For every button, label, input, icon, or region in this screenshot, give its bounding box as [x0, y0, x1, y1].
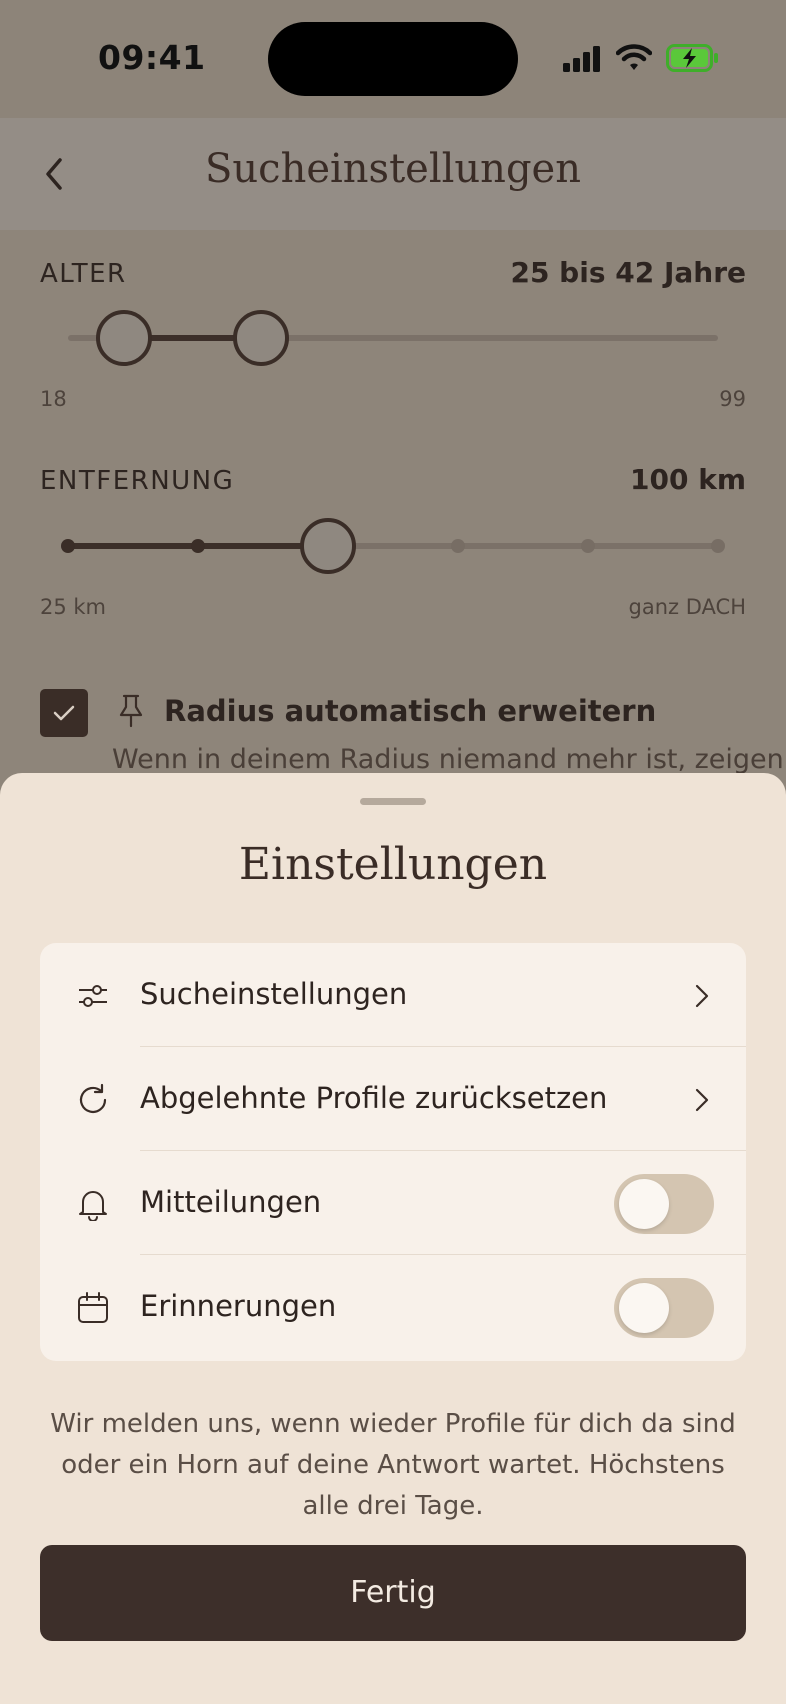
- checkmark-icon: [53, 705, 75, 721]
- distance-step-dot: [711, 539, 725, 553]
- pin-icon: [119, 694, 143, 728]
- notifications-toggle[interactable]: [614, 1174, 714, 1234]
- distance-step-dot: [61, 539, 75, 553]
- sheet-grabber[interactable]: [360, 798, 426, 805]
- age-max-label: 99: [719, 387, 746, 411]
- distance-slider-handle[interactable]: [300, 518, 356, 574]
- distance-value: 100 km: [630, 463, 746, 496]
- distance-step-dot: [581, 539, 595, 553]
- settings-row-label: Sucheinstellungen: [140, 977, 408, 1011]
- status-bar: 09:41: [0, 0, 786, 118]
- dynamic-island: [268, 22, 518, 96]
- age-label: ALTER: [40, 259, 127, 289]
- distance-label: ENTFERNUNG: [40, 466, 235, 496]
- status-time: 09:41: [98, 38, 206, 77]
- chevron-right-icon: [695, 984, 709, 1008]
- settings-row-label: Erinnerungen: [140, 1289, 337, 1323]
- distance-min-label: 25 km: [40, 595, 107, 619]
- settings-row-abgelehnte-profile[interactable]: Abgelehnte Profile zurücksetzen: [40, 1047, 746, 1151]
- sliders-icon: [79, 985, 107, 1007]
- age-value: 25 bis 42 Jahre: [510, 256, 746, 289]
- distance-step-dot: [191, 539, 205, 553]
- age-slider-min-handle[interactable]: [96, 310, 152, 366]
- radius-title: Radius automatisch erweitern: [164, 694, 657, 728]
- settings-card: Sucheinstellungen Abgelehnte Profile zur…: [40, 943, 746, 1361]
- cellular-signal-icon: [563, 46, 600, 72]
- info-text: Wir melden uns, wenn wieder Profile für …: [50, 1409, 736, 1521]
- refresh-icon: [79, 1083, 107, 1113]
- age-slider-max-handle[interactable]: [233, 310, 289, 366]
- battery-charging-icon: [666, 44, 718, 72]
- reminders-toggle[interactable]: [614, 1278, 714, 1338]
- toggle-thumb: [619, 1283, 669, 1333]
- wifi-icon: [616, 44, 652, 70]
- distance-max-label: ganz DACH: [628, 595, 746, 619]
- settings-row-label: Abgelehnte Profile zurücksetzen: [140, 1081, 608, 1115]
- toggle-thumb: [619, 1179, 669, 1229]
- age-min-label: 18: [40, 387, 67, 411]
- sheet-title: Einstellungen: [238, 839, 548, 890]
- radius-description: Wenn in deinem Radius niemand mehr ist, …: [112, 744, 784, 775]
- page-title: Sucheinstellungen: [205, 146, 581, 192]
- settings-row-label: Mitteilungen: [140, 1185, 322, 1219]
- radius-checkbox[interactable]: [40, 689, 88, 737]
- chevron-right-icon: [695, 1088, 709, 1112]
- settings-row-sucheinstellungen[interactable]: Sucheinstellungen: [40, 943, 746, 1047]
- settings-row-erinnerungen: Erinnerungen: [40, 1255, 746, 1359]
- bell-icon: [79, 1191, 107, 1221]
- calendar-icon: [78, 1292, 108, 1323]
- settings-sheet: Einstellungen Sucheinstellungen Abgelehn…: [0, 773, 786, 1704]
- done-button[interactable]: Fertig: [40, 1545, 746, 1641]
- distance-step-dot: [451, 539, 465, 553]
- settings-row-mitteilungen: Mitteilungen: [40, 1151, 746, 1255]
